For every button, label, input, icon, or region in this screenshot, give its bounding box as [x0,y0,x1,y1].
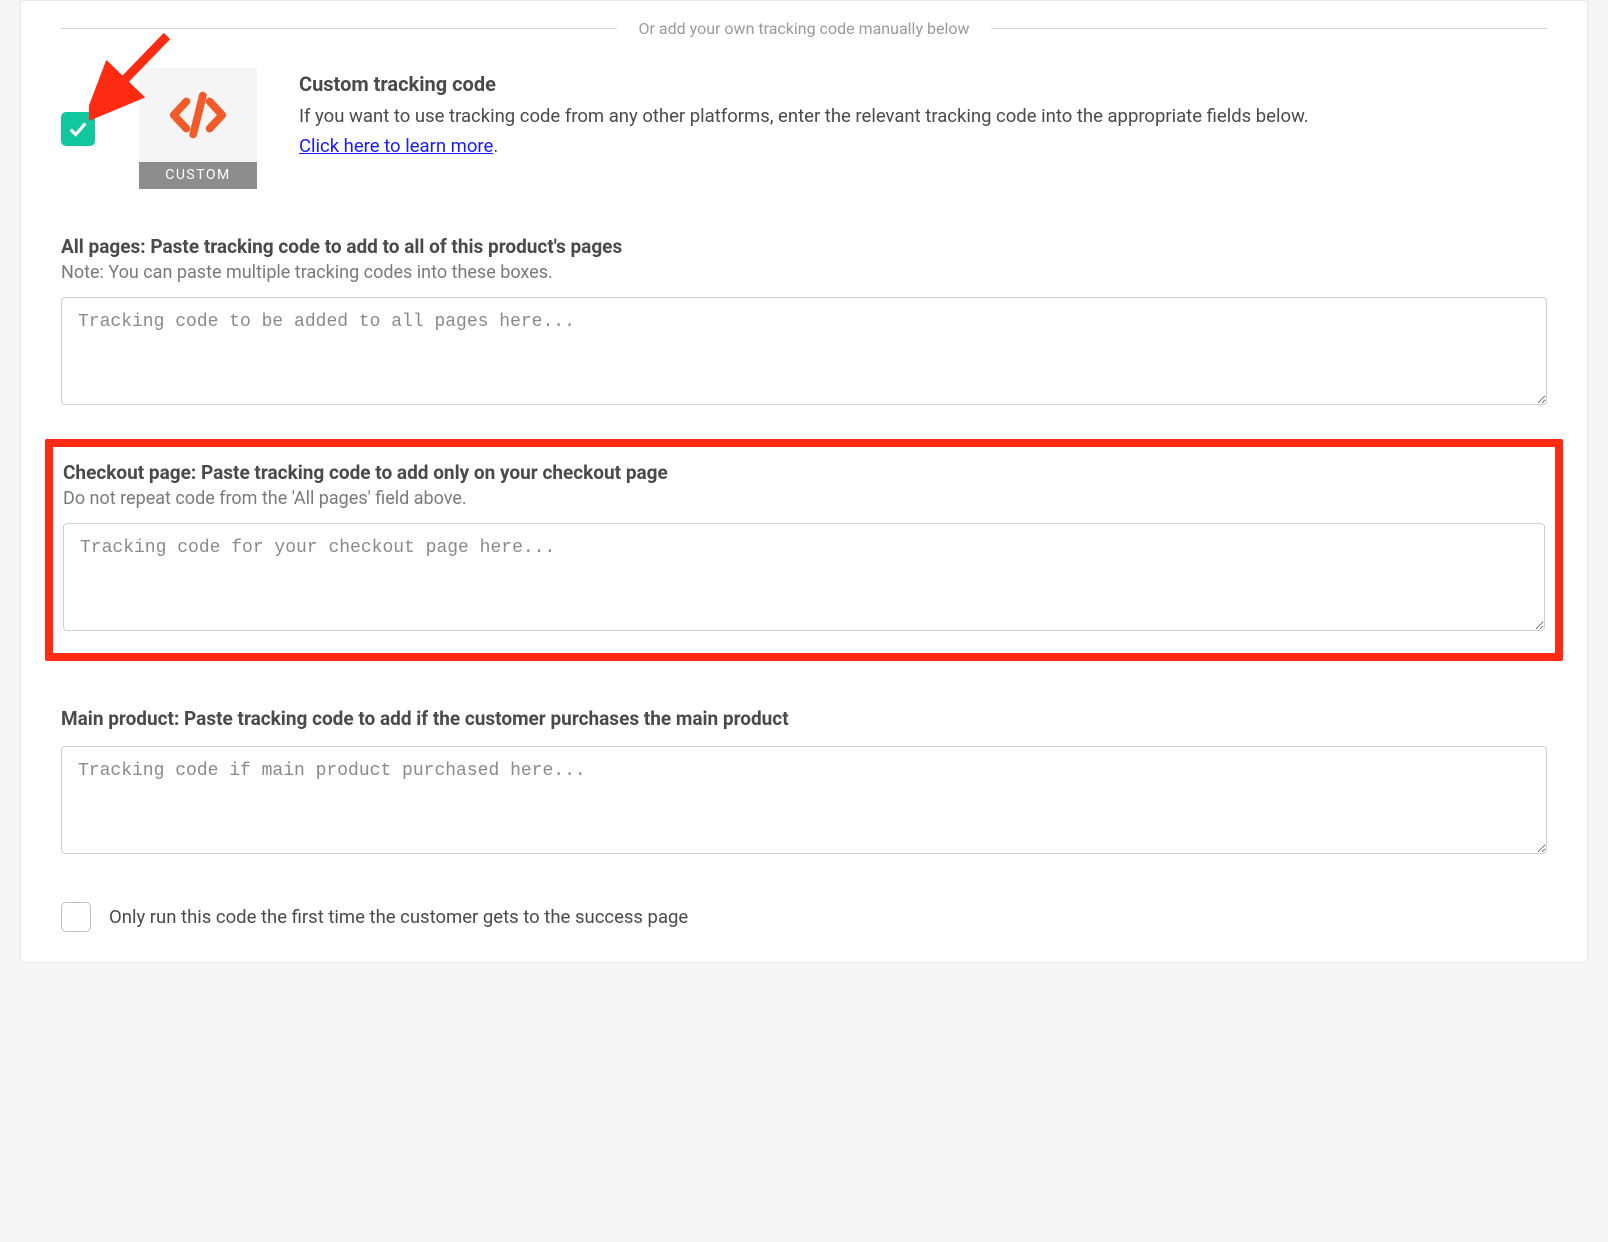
custom-title: Custom tracking code [299,72,1537,96]
learn-more-link[interactable]: Click here to learn more [299,135,493,157]
custom-description-text: If you want to use tracking code from an… [299,105,1309,127]
divider-line-right [991,28,1547,29]
divider-line-left [61,28,617,29]
all-pages-note: Note: You can paste multiple tracking co… [61,262,1547,283]
learn-more-period: . [493,135,498,157]
custom-tile: CUSTOM [139,68,257,189]
run-once-label: Only run this code the first time the cu… [109,906,688,928]
all-pages-textarea[interactable] [61,297,1547,405]
tracking-code-card: Or add your own tracking code manually b… [20,0,1588,963]
checkout-highlight: Checkout page: Paste tracking code to ad… [45,439,1563,661]
custom-enabled-checkbox[interactable] [61,112,95,146]
checkout-note: Do not repeat code from the 'All pages' … [63,488,1545,509]
custom-checkbox-wrap [61,68,121,146]
run-once-checkbox[interactable] [61,902,91,932]
checkout-textarea[interactable] [63,523,1545,631]
custom-description: If you want to use tracking code from an… [299,102,1537,161]
code-icon [139,68,257,162]
all-pages-section: All pages: Paste tracking code to add to… [21,235,1587,409]
checkout-title: Checkout page: Paste tracking code to ad… [63,461,1545,484]
custom-tracking-block: CUSTOM Custom tracking code If you want … [21,68,1587,189]
main-product-section: Main product: Paste tracking code to add… [21,707,1587,858]
main-product-textarea[interactable] [61,746,1547,854]
divider-text: Or add your own tracking code manually b… [617,19,992,38]
custom-tile-label: CUSTOM [139,162,257,189]
all-pages-title: All pages: Paste tracking code to add to… [61,235,1547,258]
manual-divider: Or add your own tracking code manually b… [21,1,1587,68]
custom-text-block: Custom tracking code If you want to use … [299,68,1547,161]
main-product-title: Main product: Paste tracking code to add… [61,707,1547,730]
run-once-row: Only run this code the first time the cu… [21,902,1587,932]
